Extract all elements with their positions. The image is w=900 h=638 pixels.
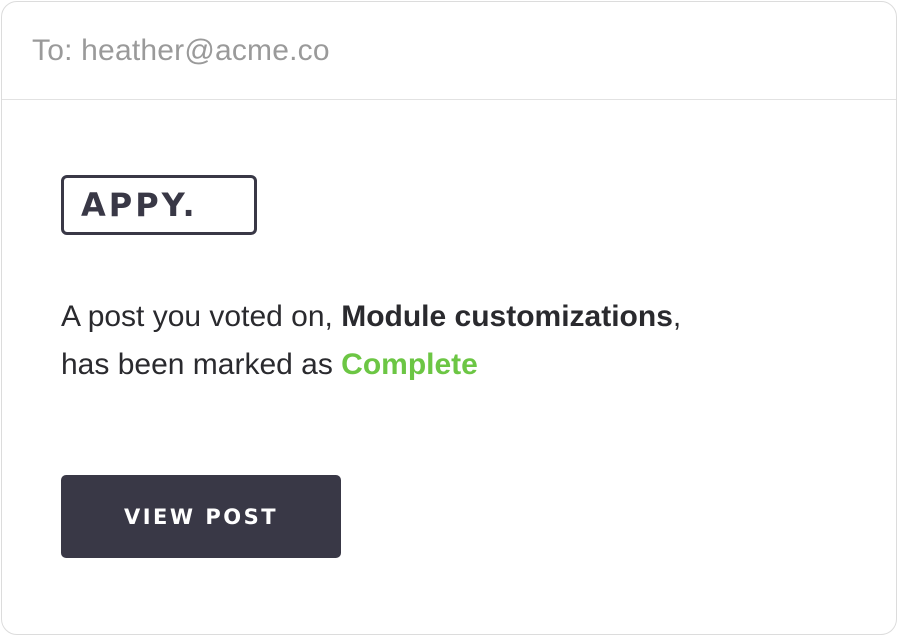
view-post-label: VIEW POST: [123, 504, 279, 529]
email-preview-card: To: heather@acme.co APPY. A post you vot…: [1, 1, 897, 635]
recipient-label: To:: [32, 33, 73, 67]
logo-text: APPY.: [81, 186, 198, 224]
view-post-button[interactable]: VIEW POST: [61, 475, 341, 558]
message-status-prefix: has been marked as: [61, 348, 342, 381]
notification-message: A post you voted on, Module customizatio…: [61, 293, 821, 389]
appy-logo: APPY.: [61, 175, 257, 235]
recipient-address: heather@acme.co: [81, 33, 330, 67]
post-title: Module customizations: [341, 300, 673, 333]
message-intro: A post you voted on,: [61, 300, 342, 333]
message-comma: ,: [672, 300, 682, 333]
status-label: Complete: [341, 348, 478, 381]
recipient-line: To: heather@acme.co: [32, 34, 330, 68]
email-header: To: heather@acme.co: [2, 2, 896, 100]
